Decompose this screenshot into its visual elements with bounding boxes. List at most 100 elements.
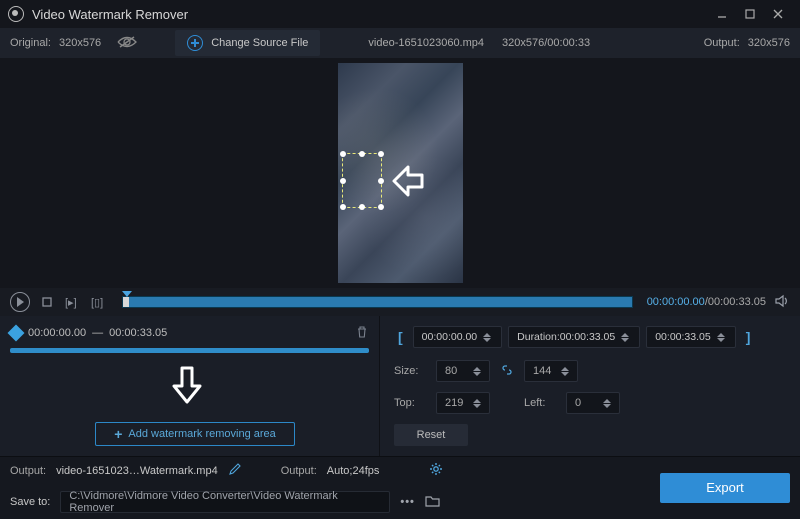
add-area-button[interactable]: + Add watermark removing area <box>95 422 295 446</box>
spinner[interactable] <box>473 399 485 408</box>
volume-icon[interactable] <box>774 293 790 312</box>
save-path-input[interactable]: C:\Vidmore\Vidmore Video Converter\Video… <box>60 491 390 513</box>
save-to-label: Save to: <box>10 496 50 508</box>
plus-circle-icon <box>187 35 203 51</box>
output-format-value: Auto;24fps <box>327 465 380 477</box>
start-time-value: 00:00:00.00 <box>422 331 477 343</box>
open-folder-icon[interactable] <box>425 493 440 511</box>
height-value: 144 <box>533 365 551 377</box>
diamond-icon <box>8 325 25 342</box>
info-bar: Original: 320x576 Change Source File vid… <box>0 28 800 58</box>
spinner[interactable] <box>717 333 729 342</box>
output-file-label: Output: <box>10 465 46 477</box>
time-duration: 00:00:33.05 <box>708 296 766 308</box>
spinner[interactable] <box>561 367 573 376</box>
annotation-arrow-icon <box>390 163 426 202</box>
areas-panel: 00:00:00.00 — 00:00:33.05 + Add watermar… <box>0 316 380 456</box>
export-button[interactable]: Export <box>660 473 790 503</box>
spinner[interactable] <box>483 333 495 342</box>
resize-handle[interactable] <box>378 204 384 210</box>
resize-handle[interactable] <box>378 151 384 157</box>
output-format-label: Output: <box>281 465 317 477</box>
video-preview <box>0 58 800 288</box>
width-value: 80 <box>445 365 457 377</box>
area-end: 00:00:33.05 <box>109 327 167 339</box>
left-label: Left: <box>524 397 556 409</box>
spinner[interactable] <box>473 367 485 376</box>
settings-icon[interactable] <box>429 462 443 479</box>
minimize-button[interactable] <box>708 4 736 24</box>
stop-button[interactable] <box>38 293 56 311</box>
original-label: Original: <box>10 37 51 49</box>
bracket-end-icon[interactable]: ] <box>742 329 755 345</box>
end-time-value: 00:00:33.05 <box>655 331 710 343</box>
spinner[interactable] <box>603 399 615 408</box>
step-back-button[interactable]: [▸] <box>64 293 82 311</box>
resize-handle[interactable] <box>359 151 365 157</box>
left-value: 0 <box>575 397 581 409</box>
svg-text:[▸]: [▸] <box>65 297 77 309</box>
area-row[interactable]: 00:00:00.00 — 00:00:33.05 <box>10 324 369 342</box>
area-divider: — <box>92 327 103 339</box>
width-input[interactable]: 80 <box>436 360 490 382</box>
top-input[interactable]: 219 <box>436 392 490 414</box>
titlebar: Video Watermark Remover <box>0 0 800 28</box>
left-input[interactable]: 0 <box>566 392 620 414</box>
maximize-button[interactable] <box>736 4 764 24</box>
resize-handle[interactable] <box>340 204 346 210</box>
step-forward-button[interactable]: [▯] <box>90 293 108 311</box>
resize-handle[interactable] <box>340 151 346 157</box>
output-label: Output: <box>704 37 740 49</box>
size-row: Size: 80 144 <box>394 360 786 382</box>
app-title: Video Watermark Remover <box>32 7 708 22</box>
link-aspect-icon[interactable] <box>500 363 514 380</box>
source-filename: video-1651023060.mp4 <box>368 37 484 49</box>
area-start: 00:00:00.00 <box>28 327 86 339</box>
position-row: Top: 219 Left: 0 <box>394 392 786 414</box>
annotation-arrow-icon <box>170 364 204 407</box>
change-source-label: Change Source File <box>211 37 308 49</box>
output-file-name: video-1651023…Watermark.mp4 <box>56 465 218 477</box>
reset-button[interactable]: Reset <box>394 424 468 446</box>
top-value: 219 <box>445 397 463 409</box>
resize-handle[interactable] <box>340 178 346 184</box>
plus-icon: + <box>114 426 122 442</box>
height-input[interactable]: 144 <box>524 360 578 382</box>
duration-label: Duration: <box>517 331 560 343</box>
save-path-value: C:\Vidmore\Vidmore Video Converter\Video… <box>69 490 381 514</box>
edit-panels: 00:00:00.00 — 00:00:33.05 + Add watermar… <box>0 316 800 456</box>
spinner[interactable] <box>621 333 633 342</box>
size-label: Size: <box>394 365 426 377</box>
browse-button[interactable]: ••• <box>400 496 415 508</box>
transport-bar: [▸] [▯] 00:00:00.00/00:00:33.05 <box>0 288 800 316</box>
properties-panel: [ 00:00:00.00 Duration:00:00:33.05 00:00… <box>380 316 800 456</box>
time-readout: 00:00:00.00/00:00:33.05 <box>647 296 766 308</box>
save-bar: Save to: C:\Vidmore\Vidmore Video Conver… <box>0 484 800 519</box>
app-logo-icon <box>8 6 24 22</box>
start-time-input[interactable]: 00:00:00.00 <box>413 326 502 348</box>
resize-handle[interactable] <box>378 178 384 184</box>
duration-input[interactable]: Duration:00:00:33.05 <box>508 326 640 348</box>
watermark-selection[interactable] <box>342 153 382 208</box>
rename-icon[interactable] <box>228 463 241 479</box>
bracket-start-icon[interactable]: [ <box>394 329 407 345</box>
play-button[interactable] <box>10 292 30 312</box>
output-dim: 320x576 <box>748 37 790 49</box>
top-label: Top: <box>394 397 426 409</box>
change-source-button[interactable]: Change Source File <box>175 30 320 56</box>
time-bracket-row: [ 00:00:00.00 Duration:00:00:33.05 00:00… <box>394 326 786 348</box>
timeline-scrubber[interactable] <box>122 296 633 308</box>
original-dim: 320x576 <box>59 37 101 49</box>
export-label: Export <box>706 480 744 495</box>
preview-toggle-icon[interactable] <box>117 35 137 52</box>
add-area-label: Add watermark removing area <box>128 428 275 440</box>
resize-handle[interactable] <box>359 204 365 210</box>
area-range-bar[interactable] <box>10 348 369 353</box>
video-frame[interactable] <box>338 63 463 283</box>
close-button[interactable] <box>764 4 792 24</box>
end-time-input[interactable]: 00:00:33.05 <box>646 326 735 348</box>
duration-value: 00:00:33.05 <box>560 331 615 343</box>
time-current: 00:00:00.00 <box>647 296 705 308</box>
delete-area-button[interactable] <box>355 325 369 342</box>
reset-label: Reset <box>417 429 446 441</box>
